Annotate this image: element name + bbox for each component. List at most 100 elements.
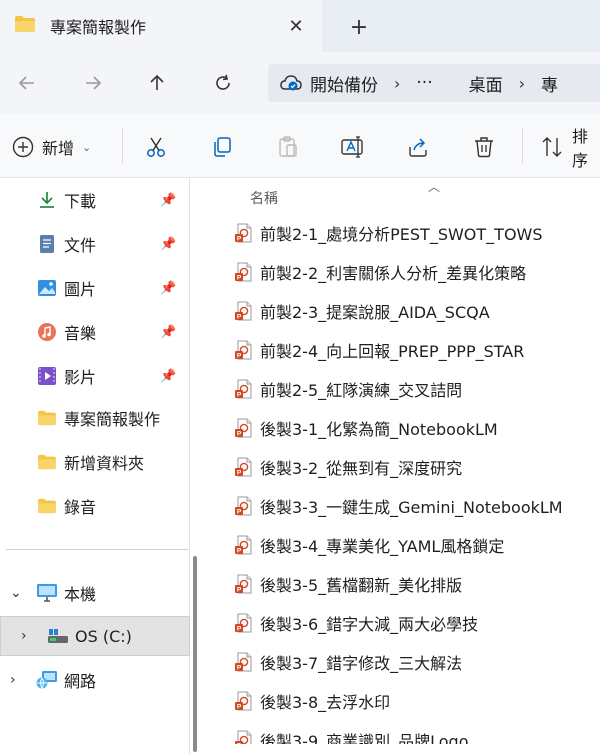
- new-button[interactable]: 新增 ⌄: [12, 132, 91, 162]
- pin-icon[interactable]: 📌: [160, 325, 176, 340]
- chevron-right-icon: ›: [394, 73, 401, 93]
- horizontal-scrollbar[interactable]: [204, 744, 600, 754]
- sidebar-item-documents[interactable]: 文件 📌: [0, 224, 190, 264]
- share-button[interactable]: [406, 132, 430, 162]
- file-row[interactable]: P 前製2-5_紅隊演練_交叉詰問: [204, 370, 600, 408]
- pin-icon[interactable]: 📌: [160, 369, 176, 384]
- sidebar-item-new-folder[interactable]: 新增資料夾: [0, 442, 190, 482]
- sidebar-item-recordings[interactable]: 錄音: [0, 486, 190, 526]
- svg-text:P: P: [237, 431, 242, 438]
- sort-arrows-icon: [540, 135, 564, 159]
- svg-text:P: P: [237, 587, 242, 594]
- file-list: ︿ 名稱 P 前製2-1_處境分析PEST_SWOT_TOWS P 前製2-2_利害關…: [204, 178, 600, 754]
- file-row[interactable]: P 前製2-1_處境分析PEST_SWOT_TOWS: [204, 214, 600, 252]
- sidebar-item-label: OS (C:): [75, 626, 132, 646]
- file-row[interactable]: P 後製3-6_錯字大減_兩大必學技: [204, 604, 600, 642]
- copy-button[interactable]: [210, 132, 234, 162]
- delete-button[interactable]: [472, 132, 496, 162]
- sidebar-item-network[interactable]: › 網路: [0, 660, 190, 700]
- file-row[interactable]: P 後製3-8_去浮水印: [204, 682, 600, 720]
- file-row[interactable]: P 前製2-4_向上回報_PREP_PPP_STAR: [204, 331, 600, 369]
- up-arrow-icon[interactable]: [142, 68, 172, 98]
- powerpoint-file-icon: P: [234, 691, 254, 715]
- sidebar-item-label: 下載: [64, 192, 97, 211]
- navigation-pane: 下載 📌 文件 📌 圖片 📌 音樂 📌 影片 📌 專案簡報製作 新增資料夾 錄音…: [0, 178, 190, 754]
- file-row[interactable]: P 後製3-4_專業美化_YAML風格鎖定: [204, 526, 600, 564]
- copy-icon: [210, 135, 234, 159]
- scrollbar-thumb[interactable]: [193, 556, 197, 752]
- close-icon[interactable]: ✕: [282, 12, 310, 40]
- scissors-icon: [144, 135, 168, 159]
- powerpoint-file-icon: P: [234, 262, 254, 286]
- network-icon: [36, 669, 58, 691]
- breadcrumb-project[interactable]: 專: [541, 71, 558, 96]
- paste-button[interactable]: [276, 132, 300, 162]
- chevron-right-icon[interactable]: ›: [21, 628, 27, 644]
- rename-icon: [340, 135, 366, 159]
- file-row[interactable]: P 後製3-7_錯字修改_三大解法: [204, 643, 600, 681]
- file-name: 後製3-4_專業美化_YAML風格鎖定: [260, 537, 505, 556]
- folder-icon: [36, 495, 58, 517]
- powerpoint-file-icon: P: [234, 379, 254, 403]
- chevron-right-icon[interactable]: ›: [10, 672, 16, 688]
- breadcrumb[interactable]: 開始備份 › ··· 桌面 › 專: [268, 64, 600, 102]
- sidebar-item-project-folder[interactable]: 專案簡報製作: [0, 398, 190, 438]
- svg-text:P: P: [237, 236, 242, 243]
- file-row[interactable]: P 後製3-3_一鍵生成_Gemini_NotebookLM: [204, 487, 600, 525]
- file-name: 後製3-8_去浮水印: [260, 693, 391, 712]
- divider: [522, 128, 523, 164]
- sidebar-item-label: 錄音: [64, 498, 97, 517]
- rename-button[interactable]: [340, 132, 366, 162]
- tab-active[interactable]: 專案簡報製作 ✕: [0, 0, 322, 52]
- sidebar-item-label: 音樂: [64, 324, 97, 343]
- breadcrumb-desktop[interactable]: 桌面: [469, 71, 503, 96]
- sidebar-scrollbar[interactable]: [190, 178, 202, 754]
- file-name: 前製2-2_利害關係人分析_差異化策略: [260, 264, 527, 283]
- file-name: 後製3-2_從無到有_深度研究: [260, 459, 463, 478]
- forward-arrow-icon[interactable]: [78, 68, 108, 98]
- powerpoint-file-icon: P: [234, 418, 254, 442]
- breadcrumb-more[interactable]: ···: [416, 73, 432, 93]
- file-name: 後製3-7_錯字修改_三大解法: [260, 654, 463, 673]
- file-row[interactable]: P 後製3-2_從無到有_深度研究: [204, 448, 600, 486]
- chevron-down-icon[interactable]: ⌄: [10, 585, 22, 601]
- computer-icon: [36, 582, 58, 604]
- drive-icon: [47, 625, 69, 647]
- file-row[interactable]: P 後製3-1_化繁為簡_NotebookLM: [204, 409, 600, 447]
- new-tab-button[interactable]: +: [344, 12, 374, 42]
- sidebar-item-label: 本機: [64, 585, 97, 604]
- powerpoint-file-icon: P: [234, 652, 254, 676]
- file-name: 後製3-5_舊檔翻新_美化排版: [260, 576, 463, 595]
- refresh-icon[interactable]: [208, 68, 238, 98]
- trash-icon: [472, 135, 496, 159]
- document-icon: [36, 233, 58, 255]
- pin-icon[interactable]: 📌: [160, 281, 176, 296]
- cut-button[interactable]: [144, 132, 168, 162]
- sidebar-item-downloads[interactable]: 下載 📌: [0, 180, 190, 220]
- breadcrumb-backup[interactable]: 開始備份: [280, 71, 378, 96]
- sidebar-item-label: 網路: [64, 672, 97, 691]
- divider: [6, 549, 188, 550]
- sidebar-item-pictures[interactable]: 圖片 📌: [0, 268, 190, 308]
- folder-icon: [14, 15, 36, 37]
- column-header-name[interactable]: 名稱: [250, 188, 278, 208]
- sidebar-item-this-pc[interactable]: ⌄ 本機: [0, 573, 190, 613]
- file-name: 後製3-6_錯字大減_兩大必學技: [260, 615, 479, 634]
- file-row[interactable]: P 前製2-2_利害關係人分析_差異化策略: [204, 253, 600, 291]
- back-arrow-icon[interactable]: [12, 68, 42, 98]
- svg-text:P: P: [237, 353, 242, 360]
- share-icon: [406, 135, 430, 159]
- download-icon: [36, 189, 58, 211]
- sidebar-item-drive-c[interactable]: › OS (C:): [0, 616, 190, 656]
- pin-icon[interactable]: 📌: [160, 237, 176, 252]
- sidebar-item-videos[interactable]: 影片 📌: [0, 356, 190, 396]
- svg-text:P: P: [237, 626, 242, 633]
- new-button-label: 新增: [42, 139, 75, 158]
- file-row[interactable]: P 前製2-3_提案說服_AIDA_SCQA: [204, 292, 600, 330]
- sidebar-item-music[interactable]: 音樂 📌: [0, 312, 190, 352]
- file-row[interactable]: P 後製3-5_舊檔翻新_美化排版: [204, 565, 600, 603]
- sort-button[interactable]: 排序: [540, 127, 600, 170]
- svg-text:P: P: [237, 275, 242, 282]
- file-name: 前製2-5_紅隊演練_交叉詰問: [260, 381, 463, 400]
- pin-icon[interactable]: 📌: [160, 193, 176, 208]
